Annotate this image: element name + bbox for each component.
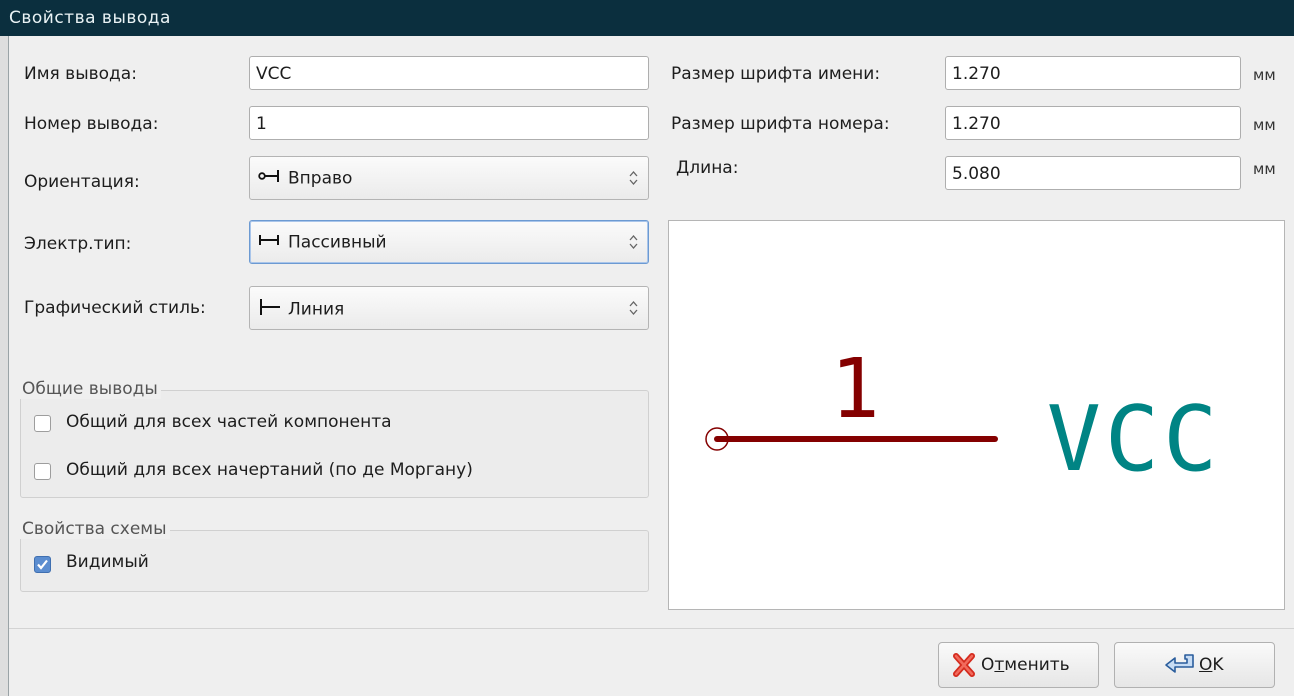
visible-label[interactable]: Видимый [66,552,149,572]
graphic-style-select[interactable]: Линия [249,286,649,330]
ok-accelerator: O [1199,655,1213,675]
window-title: Свойства вывода [0,0,1294,36]
line-style-icon [258,298,288,321]
orientation-select[interactable]: Вправо [249,156,649,200]
orientation-label: Ориентация: [24,172,140,192]
shared-all-units-label[interactable]: Общий для всех частей компонента [66,412,392,432]
length-input[interactable]: 5.080 [945,156,1241,190]
electrical-type-select[interactable]: Пассивный [249,220,649,264]
pin-number-input[interactable]: 1 [249,106,649,140]
shared-demorgan-checkbox[interactable] [34,463,51,480]
number-font-size-input[interactable]: 1.270 [945,106,1241,140]
graphic-style-label: Графический стиль: [24,298,206,318]
name-font-size-label: Размер шрифта имени: [671,64,881,84]
pin-name-label: Имя вывода: [24,64,137,84]
name-font-size-unit: мм [1253,66,1276,84]
passive-type-icon [258,232,288,253]
pin-preview-drawing: 1 VCC [705,342,1222,492]
button-separator [9,628,1294,629]
number-font-size-label: Размер шрифта номера: [671,114,890,134]
pin-right-icon [258,168,288,189]
ok-button[interactable]: OK [1114,642,1275,688]
length-label: Длина: [676,158,739,178]
pin-number-text: 1 [830,342,879,437]
graphic-style-value: Линия [288,299,345,320]
pin-name-text: VCC [1047,387,1222,492]
cancel-x-icon [953,653,975,682]
cancel-button[interactable]: Отменить [938,642,1099,688]
shared-pins-group-title: Общие выводы [20,379,161,399]
schematic-properties-group-title: Свойства схемы [20,519,170,539]
length-unit: мм [1253,160,1276,178]
electrical-type-label: Электр.тип: [24,234,132,254]
spin-arrows-icon [629,301,638,315]
electrical-type-value: Пассивный [288,232,387,253]
number-font-size-unit: мм [1253,116,1276,134]
cancel-label: Отменить [981,655,1070,675]
spin-arrows-icon [629,171,638,185]
cancel-accelerator: т [994,655,1005,675]
orientation-value: Вправо [288,168,353,189]
checkmark-icon [37,559,48,570]
shared-demorgan-label[interactable]: Общий для всех начертаний (по де Моргану… [66,460,473,480]
pin-properties-dialog: Имя вывода: VCC Номер вывода: 1 Ориентац… [8,36,1294,696]
ok-label-rest: K [1212,655,1224,675]
pin-name-input[interactable]: VCC [249,56,649,90]
pin-preview-canvas: 1 VCC [668,220,1285,610]
ok-arrow-icon [1163,653,1197,682]
ok-label: OK [1199,655,1224,675]
shared-all-units-checkbox[interactable] [34,415,51,432]
cancel-label-prefix: О [981,655,995,675]
spin-arrows-icon [629,235,638,249]
cancel-label-rest: менить [1004,655,1070,675]
pin-number-label: Номер вывода: [24,114,159,134]
visible-checkbox[interactable] [34,556,51,573]
shared-pins-group [20,390,649,498]
name-font-size-input[interactable]: 1.270 [945,56,1241,90]
